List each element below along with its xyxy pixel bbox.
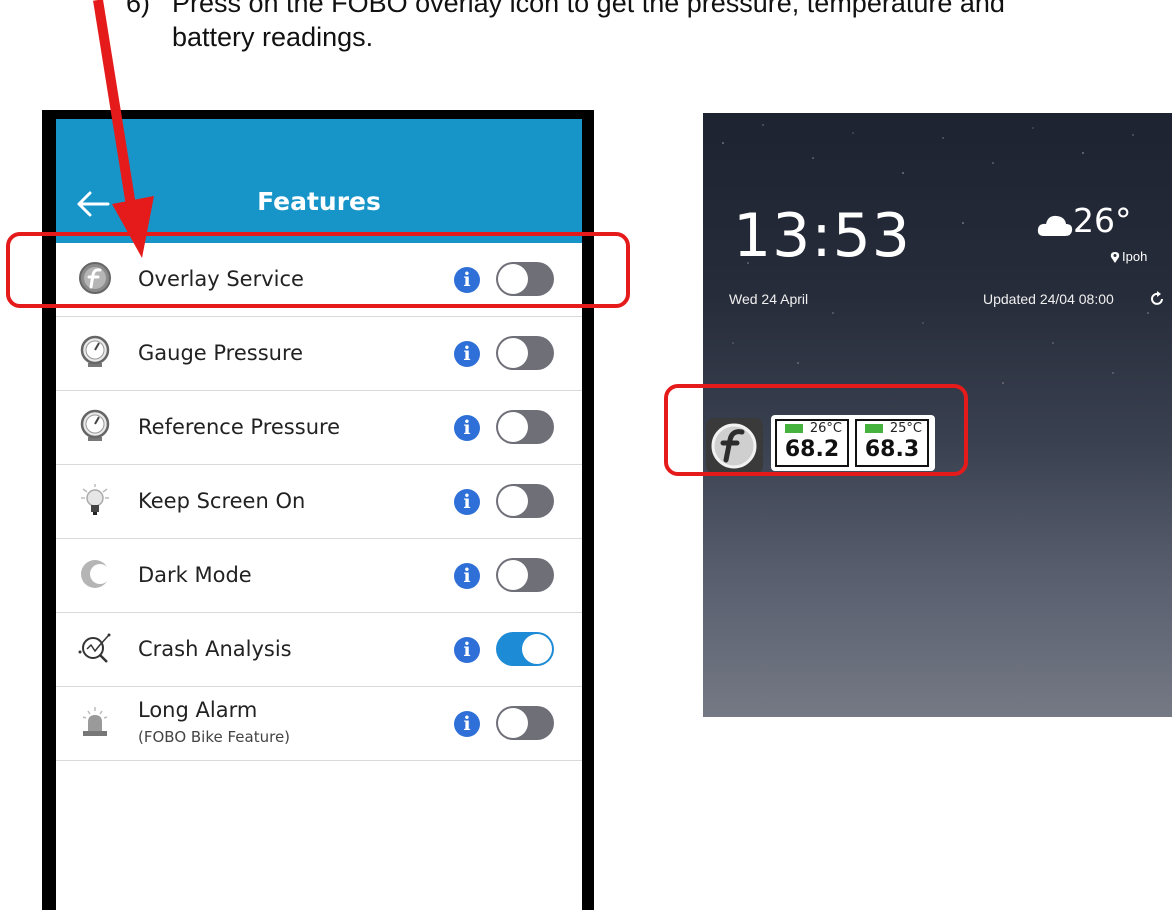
feature-list: Overlay Service i Gauge Pressure i Refer… [56,243,582,761]
clock-date: Wed 24 April [729,291,809,307]
refresh-icon[interactable] [1149,291,1165,307]
feature-label: Long Alarm [138,698,258,722]
info-icon[interactable]: i [454,563,480,589]
feature-row-keep-screen-on[interactable]: Keep Screen On i [56,465,582,539]
feature-row-gauge-pressure[interactable]: Gauge Pressure i [56,317,582,391]
dark-mode-toggle[interactable] [496,558,554,592]
clock-time: 13:53 [733,201,911,271]
feature-row-reference-pressure[interactable]: Reference Pressure i [56,391,582,465]
info-icon[interactable]: i [454,711,480,737]
highlight-overlay-widget [664,384,968,476]
crash-analysis-toggle[interactable] [496,632,554,666]
info-icon[interactable]: i [454,341,480,367]
gauge-pressure-toggle[interactable] [496,336,554,370]
app-bar: Features [56,119,582,243]
feature-label: Dark Mode [138,563,252,587]
step-number: 6) [126,0,151,18]
features-phone-frame: Features Overlay Service i Gauge Pressur… [42,110,594,919]
location-pin-icon [1110,252,1120,263]
page-title: Features [257,187,381,216]
long-alarm-toggle[interactable] [496,706,554,740]
reference-pressure-toggle[interactable] [496,410,554,444]
feature-row-crash-analysis[interactable]: Crash Analysis i [56,613,582,687]
instruction-line-1: Press on the FOBO overlay icon to get th… [172,0,1005,18]
highlight-overlay-service [6,232,630,308]
feature-row-long-alarm[interactable]: Long Alarm (FOBO Bike Feature) i [56,687,582,761]
siren-icon [82,707,108,736]
feature-row-dark-mode[interactable]: Dark Mode i [56,539,582,613]
weather-location: Ipoh [1122,249,1148,264]
instruction-line-2: battery readings. [172,22,374,52]
keep-screen-on-toggle[interactable] [496,484,554,518]
pressure-gauge-icon [80,409,110,441]
weather-temperature: 26° [1073,201,1132,240]
info-icon[interactable]: i [454,637,480,663]
cloud-icon [1037,215,1073,236]
info-icon[interactable]: i [454,489,480,515]
feature-label: Crash Analysis [138,637,292,661]
feature-sublabel: (FOBO Bike Feature) [138,728,291,746]
feature-label: Reference Pressure [138,415,341,439]
moon-icon [81,560,110,588]
weather-updated-time: Updated 24/04 08:00 [983,291,1114,307]
magnifier-graph-icon [78,633,111,663]
feature-label: Gauge Pressure [138,341,304,365]
feature-label: Keep Screen On [138,489,306,513]
info-icon[interactable]: i [454,415,480,441]
pressure-gauge-icon [80,335,110,367]
lightbulb-icon [81,484,109,515]
